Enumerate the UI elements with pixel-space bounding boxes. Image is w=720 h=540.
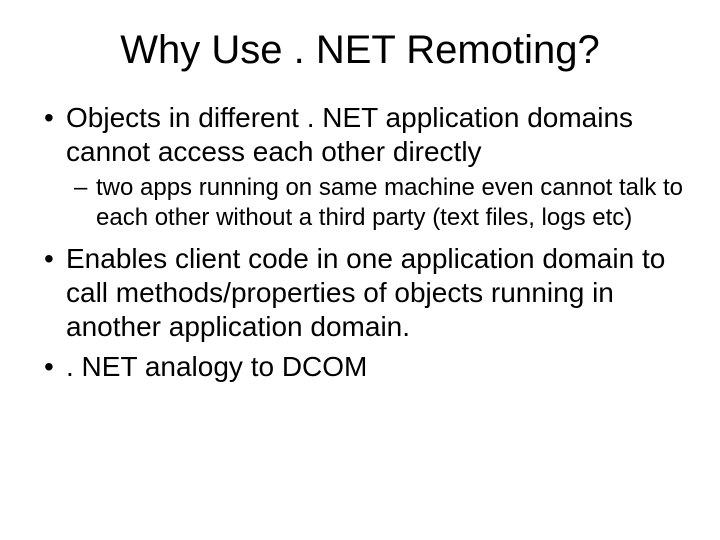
sub-bullet-item: two apps running on same machine even ca… bbox=[96, 173, 690, 232]
sub-bullet-list: two apps running on same machine even ca… bbox=[66, 173, 690, 232]
bullet-item: . NET analogy to DCOM bbox=[66, 350, 690, 384]
bullet-text: . NET analogy to DCOM bbox=[66, 351, 367, 382]
bullet-item: Enables client code in one application d… bbox=[66, 242, 690, 344]
bullet-text: Enables client code in one application d… bbox=[66, 243, 665, 342]
bullet-item: Objects in different . NET application d… bbox=[66, 101, 690, 232]
slide: Why Use . NET Remoting? Objects in diffe… bbox=[0, 0, 720, 540]
bullet-list: Objects in different . NET application d… bbox=[30, 101, 690, 384]
bullet-text: Objects in different . NET application d… bbox=[66, 102, 633, 167]
slide-title: Why Use . NET Remoting? bbox=[30, 28, 690, 73]
sub-bullet-text: two apps running on same machine even ca… bbox=[96, 174, 683, 230]
